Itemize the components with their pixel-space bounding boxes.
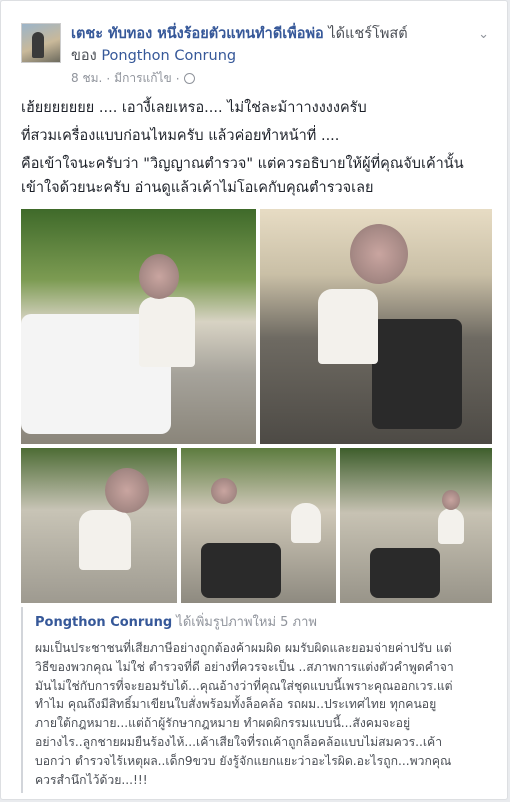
shared-line-4: ทำไม คุณถึงมีสิทธิ์มาเขียนใบสั่งพร้อมทั้…: [35, 697, 437, 712]
chevron-down-icon[interactable]: ⌄: [478, 27, 489, 42]
photo-man-motorbike[interactable]: [260, 209, 492, 444]
photo-officer-bike[interactable]: [181, 448, 336, 603]
photo-man-car[interactable]: [21, 209, 256, 444]
meta-separator-2: ·: [175, 71, 180, 86]
motorbike-shape: [201, 543, 281, 598]
shared-body: ผมเป็นประชาชนที่เสียภาษีอย่างถูกต้องค้าผ…: [35, 639, 489, 789]
blurred-face: [350, 224, 408, 284]
person-shirt: [139, 297, 195, 367]
shared-line-6: อย่างไร..ลูกชายผมยืนร้องไห้...เค้าเสียใจ…: [35, 734, 443, 749]
edited-link[interactable]: มีการแก้ไข: [114, 69, 172, 88]
shared-header: Pongthon Conrung ได้เพิ่มรูปภาพใหม่ 5 ภา…: [35, 611, 317, 632]
blurred-face: [211, 478, 237, 504]
blurred-face: [139, 254, 179, 299]
motorbike-shape: [372, 319, 462, 429]
person-shirt: [438, 508, 464, 544]
shared-line-1: ผมเป็นประชาชนที่เสียภาษีอย่างถูกต้องค้าผ…: [35, 641, 452, 655]
meta-separator: ·: [106, 71, 111, 86]
post-text-line-2: ที่สวมเครื่องแบบก่อนไหมครับ แล้วค่อยทำหน…: [21, 128, 340, 144]
post-time-link[interactable]: 8 ชม.: [71, 69, 102, 88]
post-text-line-4: เข้าใจด้วยนะครับ อ่านดูแล้วเค้าไม่โอเคกั…: [21, 180, 374, 196]
person-shirt: [318, 289, 378, 364]
post-header: เตชะ ทับทอง หนึ่งร้อยตัวแทนทำดีเพื่อพ่อ …: [71, 23, 481, 67]
post-meta: 8 ชม. · มีการแก้ไข ·: [71, 69, 195, 88]
post-text-line-3: คือเข้าใจนะครับว่า "วิญญาณตำรวจ" แต่ควรอ…: [21, 156, 464, 172]
shared-line-7: บอกว่า ตำรวจไร้เหตุผล..เด็ก9ขวบ ยังรู้จั…: [35, 753, 452, 768]
shared-post: Pongthon Conrung ได้เพิ่มรูปภาพใหม่ 5 ภา…: [21, 607, 492, 793]
person-shirt: [79, 510, 131, 570]
photo-man-officer[interactable]: [21, 448, 177, 603]
shared-line-5: ภายใต้กฎหมาย...แต่ถ้าผู้รักษากฎหมาย ทำผด…: [35, 716, 411, 731]
motorbike-shape: [370, 548, 440, 598]
blurred-face: [105, 468, 149, 513]
shared-line-2: วิธีของพวกคุณ ไม่ใช่ ตำรวจที่ดี อย่างที่…: [35, 659, 454, 674]
person-shirt: [291, 503, 321, 543]
shared-author-link[interactable]: Pongthon Conrung: [35, 615, 172, 630]
of-label: ของ: [71, 48, 97, 64]
post-card: เตชะ ทับทอง หนึ่งร้อยตัวแทนทำดีเพื่อพ่อ …: [0, 0, 508, 800]
share-action-text: ได้แชร์โพสต์: [328, 26, 408, 42]
post-text-line-1: เฮ้ยยยยยยย .... เอางี้เลยเหรอ.... ไม่ใช่…: [21, 100, 367, 116]
photo-street-scene[interactable]: [340, 448, 492, 603]
author-avatar[interactable]: [21, 23, 61, 63]
original-author-link[interactable]: Pongthon Conrung: [101, 48, 236, 64]
blurred-face: [442, 490, 460, 510]
shared-action-text: ได้เพิ่มรูปภาพใหม่ 5 ภาพ: [176, 615, 317, 630]
shared-line-8: ควรสำนึกไว้ด้วย...!!!: [35, 772, 148, 787]
globe-icon[interactable]: [183, 73, 195, 84]
author-name-link[interactable]: เตชะ ทับทอง หนึ่งร้อยตัวแทนทำดีเพื่อพ่อ: [71, 26, 324, 42]
shared-line-3: มันไม่ใช่กับการที่จะยอมรับได้...คุณอ้างว…: [35, 678, 453, 693]
